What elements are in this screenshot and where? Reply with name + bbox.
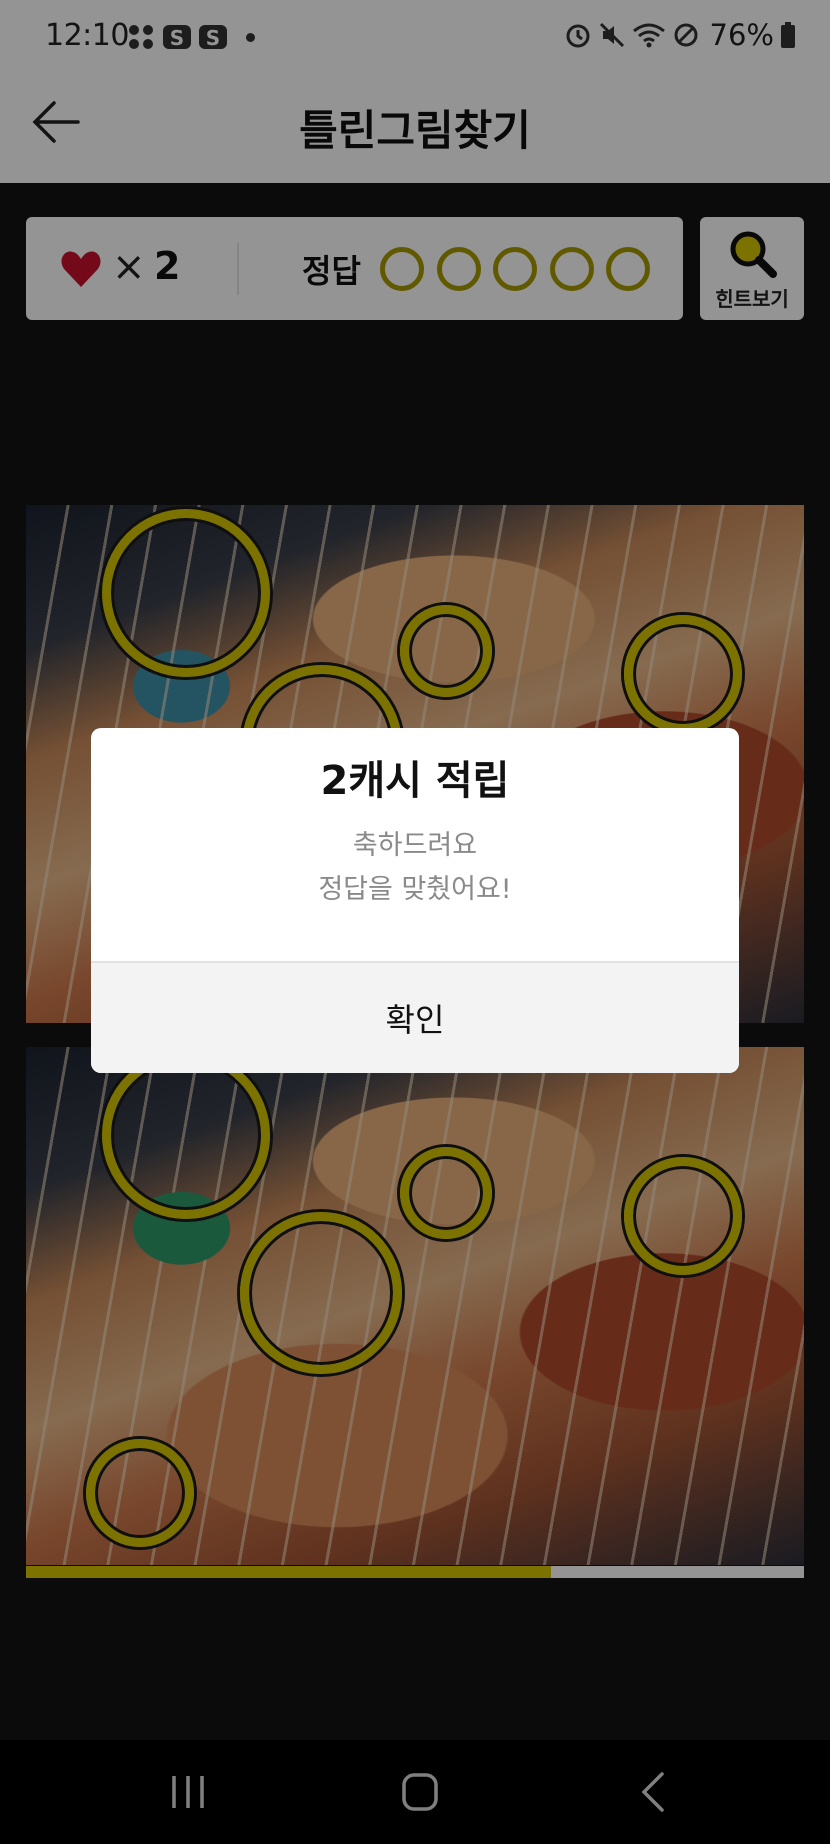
answer-slot: [550, 247, 594, 291]
status-time: 12:10: [45, 18, 129, 53]
battery-percent: 76%: [709, 18, 774, 52]
status-right-icons: 76%: [564, 18, 796, 52]
status-left-icons: S S: [126, 20, 255, 54]
difference-marker: [102, 1051, 270, 1219]
reward-dialog: 2캐시 적립 축하드려요 정답을 맞췄어요! 확인: [91, 728, 739, 1073]
answer-slot: [606, 247, 650, 291]
answer-slot: [437, 247, 481, 291]
difference-marker: [240, 1212, 402, 1374]
wifi-icon: [632, 23, 665, 48]
app-s-icon: S: [163, 25, 191, 50]
magnifier-icon: [730, 231, 777, 278]
difference-marker: [102, 509, 270, 677]
app-grid-icon: [129, 25, 153, 49]
status-bar: 12:10 S S 76%: [0, 0, 830, 61]
app-header: 틀린그림찾기: [0, 61, 830, 183]
timer-progress-fill: [26, 1566, 552, 1578]
battery-icon: [781, 22, 795, 48]
answer-slot: [493, 247, 537, 291]
dialog-footer: 확인: [91, 961, 739, 1073]
recents-icon[interactable]: [158, 1766, 218, 1818]
system-nav-bar: [0, 1740, 830, 1844]
answers-label: 정답: [302, 252, 361, 290]
panel-divider: [237, 243, 239, 295]
lives-multiplier: ×: [112, 244, 146, 290]
dialog-message-line2: 정답을 맞췄어요!: [318, 874, 512, 905]
modified-image[interactable]: [26, 1047, 804, 1565]
dialog-message-line1: 축하드려요: [352, 830, 478, 861]
svg-text:S: S: [170, 26, 184, 50]
difference-marker: [400, 605, 492, 697]
lives-count: 2: [154, 244, 181, 288]
hint-label: 힌트보기: [715, 287, 789, 311]
confirm-button[interactable]: 확인: [91, 963, 739, 1073]
answer-slot: [380, 247, 424, 291]
dialog-title: 2캐시 적립: [320, 758, 510, 804]
difference-marker: [86, 1439, 194, 1547]
page-title: 틀린그림찾기: [299, 106, 531, 155]
score-panel: × 2 정답: [26, 217, 683, 320]
back-icon[interactable]: [624, 1766, 684, 1818]
hint-button[interactable]: 힌트보기: [700, 217, 804, 320]
alarm-icon: [566, 24, 590, 48]
app-s-icon-2: S: [199, 25, 227, 50]
mute-icon: [599, 22, 624, 48]
difference-marker: [624, 1157, 742, 1275]
timer-progress-bar: [26, 1566, 804, 1578]
difference-marker: [624, 615, 742, 733]
heart-icon: [61, 251, 101, 287]
home-icon[interactable]: [390, 1766, 450, 1818]
notification-dot-icon: [246, 32, 255, 42]
difference-marker: [400, 1147, 492, 1239]
blocked-icon: [674, 23, 698, 47]
svg-text:S: S: [206, 26, 220, 50]
